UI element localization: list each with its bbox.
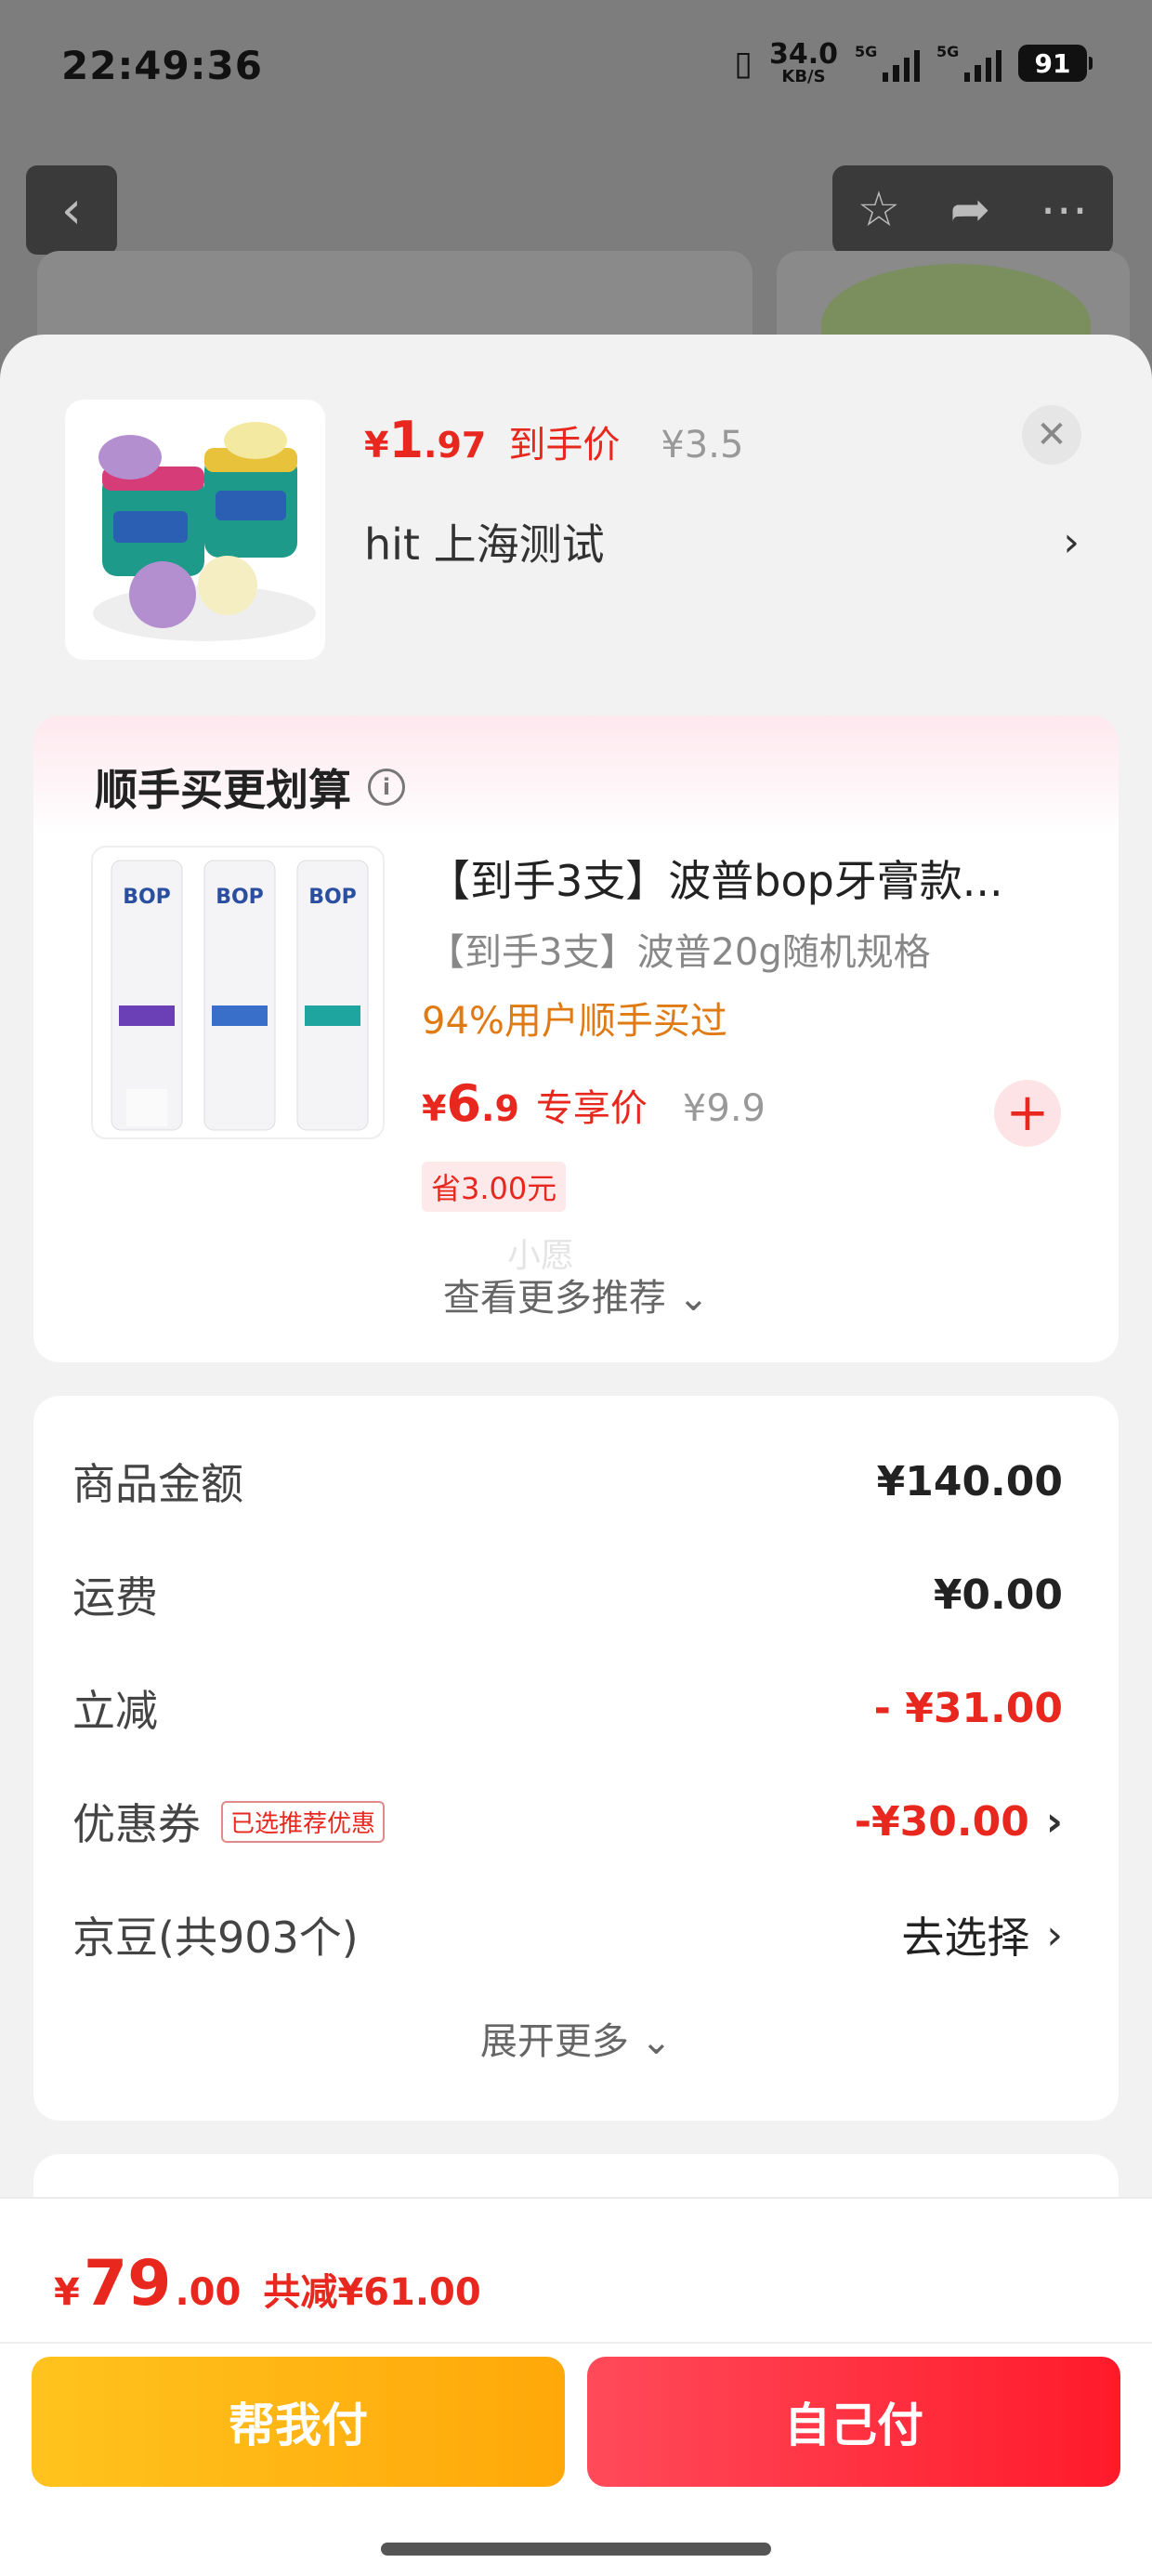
- recommend-title: 顺手买更划算 i: [95, 756, 405, 818]
- recommend-item-spec: 【到手3支】波普20g随机规格: [427, 931, 931, 974]
- svg-text:BOP: BOP: [216, 886, 264, 909]
- more-recommend-link[interactable]: 查看更多推荐 ⌄: [33, 1268, 1119, 1321]
- coupon-value-group: -¥30.00 ›: [855, 1798, 1063, 1846]
- svg-text:BOP: BOP: [123, 886, 171, 909]
- coupon-value: -¥30.00: [854, 1797, 1029, 1846]
- rec-price-decimal: .9: [481, 1088, 519, 1129]
- net-speed: 34.0 KB/S: [769, 41, 838, 85]
- home-indicator[interactable]: [381, 2543, 771, 2556]
- friend-pay-button[interactable]: 帮我付: [32, 2357, 565, 2487]
- discount-label: 立减: [72, 1686, 158, 1736]
- jingdou-label: 京豆(共903个): [72, 1912, 359, 1963]
- coupon-label: 优惠券: [72, 1799, 201, 1849]
- amount-card: 商品金额 ¥140.00 运费 ¥0.00 立减 - ¥31.00 优惠券 已选…: [33, 1396, 1119, 2121]
- goods-amount-value: ¥140.00: [876, 1457, 1063, 1505]
- goods-amount-label: 商品金额: [72, 1459, 243, 1509]
- rec-price-label: 专享价: [535, 1087, 648, 1130]
- info-icon[interactable]: i: [368, 769, 405, 806]
- status-icons: ▯ 34.0 KB/S 5G 5G 91: [734, 41, 1093, 85]
- chevron-left-icon: ‹: [60, 179, 83, 241]
- chevron-right-icon: ›: [1063, 518, 1080, 566]
- store-row[interactable]: hit 上海测试 ›: [364, 511, 1080, 572]
- signal1-label: 5G: [855, 43, 878, 60]
- plus-icon: +: [1005, 1083, 1050, 1143]
- price-decimal: .97: [424, 425, 487, 466]
- recommend-title-text: 顺手买更划算: [95, 765, 351, 815]
- recommend-item-image[interactable]: BOP BOP BOP: [91, 846, 385, 1139]
- total-integer: 79: [83, 2247, 172, 2320]
- price-label: 到手价: [508, 424, 621, 467]
- shipping-row: 运费 ¥0.00: [72, 1557, 1063, 1632]
- top-actions: ☆ ➦ ⋯: [832, 165, 1113, 255]
- shipping-value: ¥0.00: [933, 1571, 1063, 1619]
- battery-icon: 91: [1018, 45, 1093, 82]
- save-tag: 省3.00元: [422, 1162, 567, 1212]
- net-speed-unit: KB/S: [781, 67, 826, 86]
- status-bar: 22:49:36 ▯ 34.0 KB/S 5G 5G 91: [0, 0, 1152, 139]
- total-price: ¥79.00 共减¥61.00: [54, 2247, 481, 2320]
- self-pay-button[interactable]: 自己付: [587, 2357, 1120, 2487]
- rec-original-price: ¥9.9: [682, 1087, 766, 1130]
- recommend-card: 顺手买更划算 i BOP BOP BOP 【到手3支】波普bop牙膏款... 【…: [33, 716, 1119, 1362]
- total-discount: 共减¥61.00: [263, 2271, 481, 2314]
- signal-icon: 5G: [855, 43, 920, 82]
- bottom-pay-bar: ¥79.00 共减¥61.00 帮我付 自己付: [0, 2197, 1152, 2576]
- jingdou-row[interactable]: 京豆(共903个) 去选择 ›: [72, 1898, 1063, 1972]
- recommend-price-row: ¥6.9 专享价 ¥9.9: [422, 1074, 766, 1133]
- status-clock: 22:49:36: [61, 43, 263, 88]
- store-name: hit 上海测试: [364, 519, 605, 570]
- goods-amount-row: 商品金额 ¥140.00: [72, 1444, 1063, 1518]
- signal2-label: 5G: [936, 43, 960, 60]
- product-price-row: ¥1.97 到手价 ¥3.5: [364, 411, 743, 469]
- back-button[interactable]: ‹: [26, 165, 117, 255]
- coupon-tag: 已选推荐优惠: [221, 1800, 386, 1843]
- more-icon[interactable]: ⋯: [1040, 182, 1088, 238]
- close-icon: ✕: [1036, 414, 1067, 456]
- jingdou-value: 去选择: [901, 1912, 1030, 1963]
- product-thumbnail: [65, 400, 325, 660]
- total-symbol: ¥: [54, 2271, 80, 2314]
- expand-more-link[interactable]: 展开更多 ⌄: [33, 2011, 1119, 2065]
- chevron-right-icon: ›: [1045, 1797, 1063, 1846]
- original-price: ¥3.5: [661, 424, 744, 467]
- recommend-item-name[interactable]: 【到手3支】波普bop牙膏款...: [427, 848, 1078, 909]
- discount-value: - ¥31.00: [873, 1684, 1063, 1732]
- coupon-row[interactable]: 优惠券 已选推荐优惠 -¥30.00 ›: [72, 1784, 1063, 1859]
- close-button[interactable]: ✕: [1022, 405, 1081, 465]
- vibrate-icon: ▯: [734, 44, 753, 83]
- divider: [0, 2342, 1152, 2344]
- price-integer: 1: [388, 411, 425, 469]
- total-decimal: .00: [175, 2271, 242, 2314]
- rec-price-symbol: ¥: [422, 1088, 447, 1129]
- price-symbol: ¥: [364, 425, 389, 466]
- chevron-right-icon: ›: [1046, 1911, 1063, 1959]
- coupon-label-group: 优惠券 已选推荐优惠: [72, 1791, 386, 1852]
- add-to-cart-button[interactable]: +: [994, 1080, 1061, 1147]
- star-icon[interactable]: ☆: [857, 182, 901, 238]
- jingdou-value-group: 去选择 ›: [901, 1904, 1063, 1965]
- recommend-hot-text: 94%用户顺手买过: [422, 1000, 727, 1043]
- rec-price-integer: 6: [446, 1074, 482, 1133]
- shipping-label: 运费: [72, 1572, 158, 1623]
- share-icon[interactable]: ➦: [950, 182, 991, 238]
- discount-row: 立减 - ¥31.00: [72, 1671, 1063, 1745]
- svg-text:BOP: BOP: [308, 886, 357, 909]
- net-speed-value: 34.0: [768, 38, 838, 71]
- signal-icon-2: 5G: [936, 43, 1001, 82]
